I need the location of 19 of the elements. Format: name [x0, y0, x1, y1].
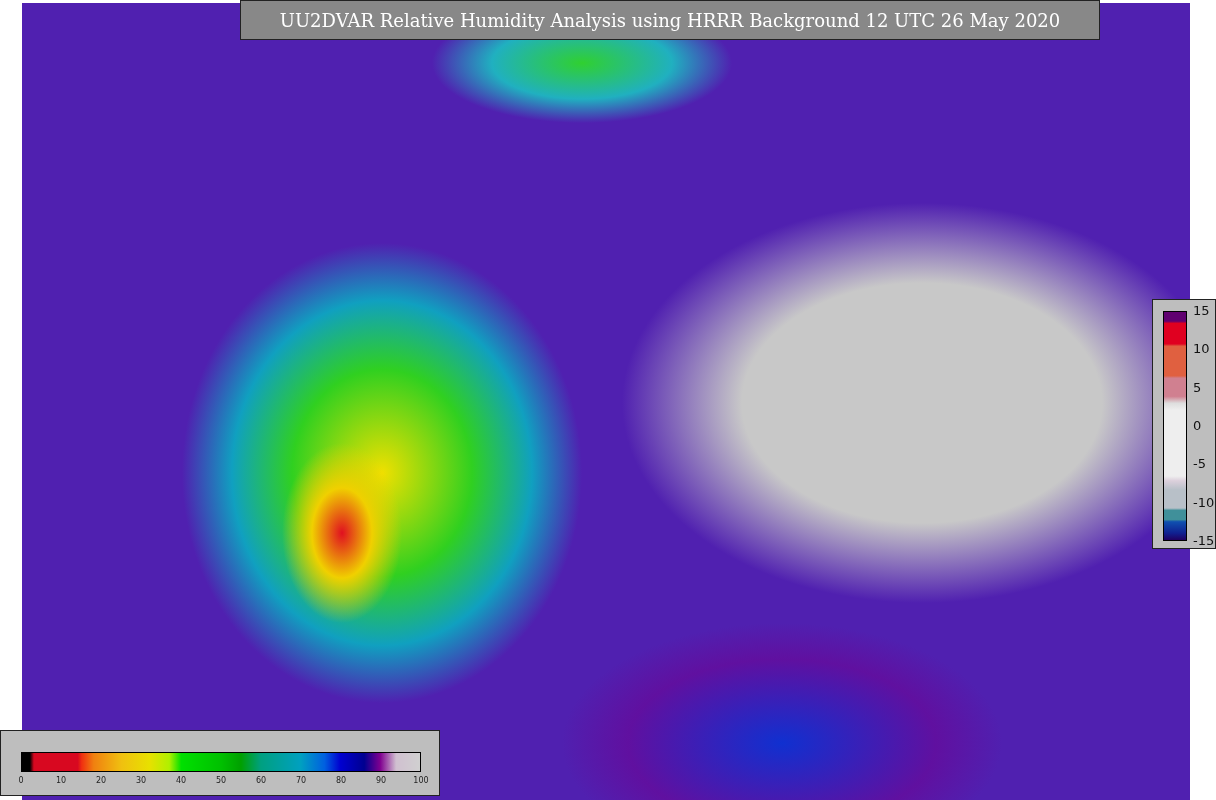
- scale-tick-label: 10: [1193, 342, 1210, 357]
- scale-tick-label: 30: [135, 775, 147, 787]
- scale-tick-label: 80: [335, 775, 347, 787]
- scale-tick-label: 100: [413, 775, 429, 787]
- scale-tick-label: 50: [215, 775, 227, 787]
- scale-tick-label: -5: [1193, 457, 1206, 472]
- scale-tick-label: 70: [295, 775, 307, 787]
- scale-tick-label: -10: [1193, 495, 1215, 510]
- scale-tick-label: 10: [55, 775, 67, 787]
- scale-tick-label: 0: [1193, 419, 1202, 433]
- scale-tick-label: 40: [175, 775, 187, 787]
- scale-tick-label: 90: [375, 775, 387, 787]
- map-title: UU2DVAR Relative Humidity Analysis using HRRR Background 12 UTC 26 May 2020: [240, 0, 1100, 40]
- scale-tick-label: 0: [18, 775, 24, 787]
- scale-tick-label: -15: [1193, 534, 1215, 548]
- scale-tick-label: 60: [255, 775, 267, 787]
- scale-tick-label: 5: [1193, 380, 1202, 395]
- scale-tick-label: 20: [95, 775, 107, 787]
- scale-tick-label: 15: [1193, 304, 1210, 318]
